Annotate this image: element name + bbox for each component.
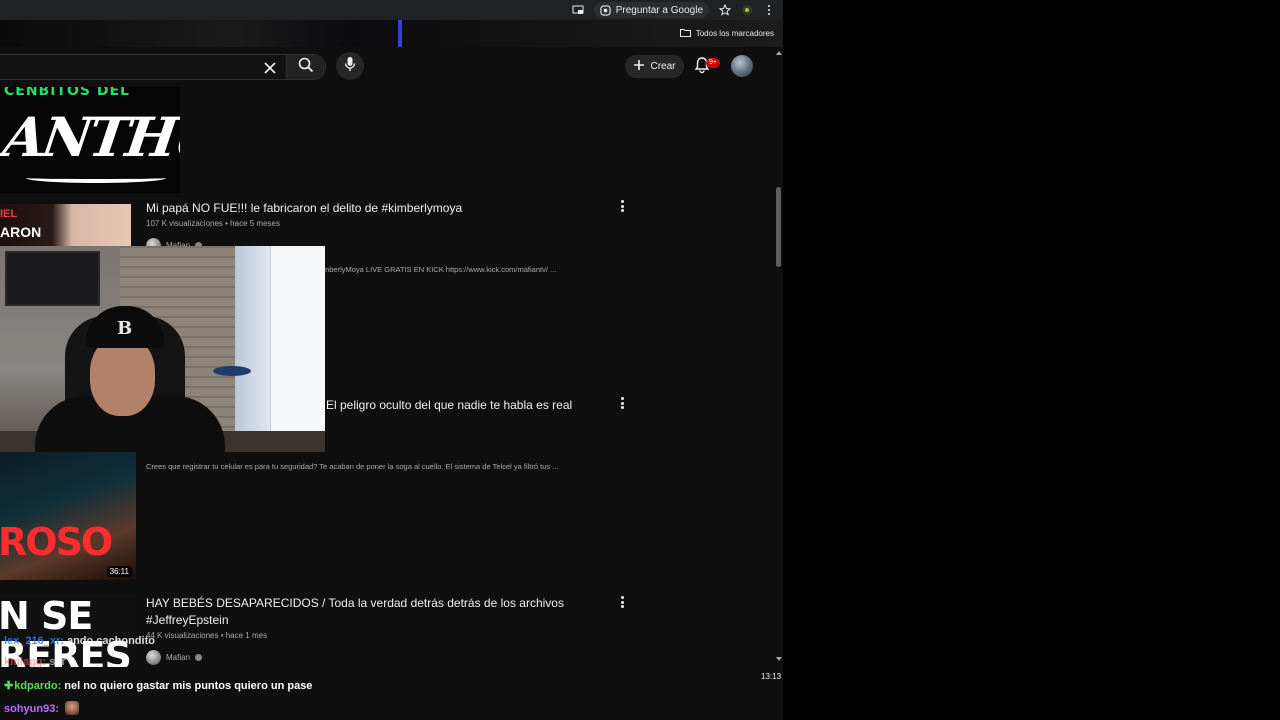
video-thumbnail[interactable]: CENBITOS DEL ANTHUÁ xyxy=(0,87,180,193)
channel-name[interactable]: Mafian xyxy=(166,653,190,662)
clear-search-icon[interactable] xyxy=(263,61,281,75)
search-button[interactable] xyxy=(286,55,325,79)
browser-toolbar: Preguntar a Google xyxy=(0,0,783,20)
chat-text: ando cachondito xyxy=(66,635,155,647)
screen: Preguntar a Google Todos los marcadores xyxy=(0,0,1280,720)
webcam-door xyxy=(270,246,325,436)
ask-google-button[interactable]: Preguntar a Google xyxy=(593,2,709,18)
notification-count-badge: 9+ xyxy=(706,58,720,68)
bookmarks-bar: Todos los marcadores xyxy=(0,20,783,47)
chat-username: lex_216_xr: xyxy=(4,635,64,647)
folder-icon xyxy=(679,28,691,39)
cast-icon[interactable] xyxy=(572,4,584,16)
webcam-person-face xyxy=(90,336,155,416)
lens-icon xyxy=(600,4,612,16)
chat-text: ssr xyxy=(49,656,66,668)
thumbnail-text: ROSO xyxy=(0,520,113,564)
chat-text: nel no quiero gastar mis puntos quiero u… xyxy=(64,680,313,692)
bookmark-star-icon[interactable] xyxy=(719,4,731,16)
thumbnail-logo-text: ANTHUÁ xyxy=(0,105,180,169)
video-more-options-button[interactable] xyxy=(618,595,626,609)
chat-username: kmlagg: xyxy=(4,656,47,668)
subscriber-badge-icon: ✚ xyxy=(4,680,14,692)
video-title-link[interactable]: HAY BEBÉS DESAPARECIDOS / Toda la verdad… xyxy=(146,595,586,629)
plus-icon xyxy=(633,59,645,74)
chat-username: sohyun93: xyxy=(4,703,60,715)
all-bookmarks-folder[interactable]: Todos los marcadores xyxy=(679,28,774,39)
all-bookmarks-label: Todos los marcadores xyxy=(695,29,774,38)
chat-emote-icon xyxy=(65,701,80,715)
channel-avatar[interactable] xyxy=(146,650,161,665)
video-metadata: 44 K visualizaciones • hace 1 mes xyxy=(146,631,268,640)
video-more-options-button[interactable] xyxy=(618,396,626,410)
ask-google-label: Preguntar a Google xyxy=(615,4,703,16)
webcam-tv xyxy=(5,251,100,306)
video-title-link[interactable]: Mi papá NO FUE!!! le fabricaron el delit… xyxy=(146,200,462,217)
microphone-icon xyxy=(344,56,356,77)
thumbnail-text-line: N SE xyxy=(0,594,93,638)
chat-message: ✚kdpardo: nel no quiero gastar mis puntos… xyxy=(4,679,312,692)
chat-username: kdpardo: xyxy=(14,680,62,692)
channel-link[interactable]: Mafian xyxy=(146,650,203,665)
video-duration: 36:11 xyxy=(106,566,132,577)
search-input[interactable] xyxy=(0,54,326,80)
chat-message: lex_216_xr: ando cachondito xyxy=(4,635,155,647)
scroll-down-arrow-icon[interactable] xyxy=(776,657,782,661)
create-button[interactable]: Crear xyxy=(625,55,684,78)
browser-menu-icon[interactable] xyxy=(763,4,775,16)
page-scrollbar[interactable] xyxy=(775,47,783,667)
video-description: mberlyMoya LIVE GRATIS EN KICK https://w… xyxy=(323,265,557,274)
video-more-options-button[interactable] xyxy=(618,199,626,213)
youtube-header: Crear 9+ xyxy=(0,47,775,87)
voice-search-button[interactable] xyxy=(336,52,364,80)
search-icon xyxy=(298,57,314,78)
thumbnail-text: IEL xyxy=(0,208,18,220)
streamer-webcam: B xyxy=(0,246,325,452)
chat-message: sohyun93: xyxy=(4,701,80,715)
tab-accent-stripe xyxy=(398,20,402,47)
thumbnail-swoosh xyxy=(26,173,166,183)
extension-icon[interactable] xyxy=(741,4,753,16)
video-title-link[interactable]: El peligro oculto del que nadie te habla… xyxy=(326,397,572,414)
verified-badge-icon xyxy=(195,654,203,661)
webcam-stool xyxy=(213,366,251,376)
chat-message: kmlagg: ssr xyxy=(4,656,66,668)
video-metadata: 107 K visualizaciones • hace 5 meses xyxy=(146,219,280,228)
cap-logo: B xyxy=(117,318,133,339)
thumbnail-text: ARON xyxy=(0,224,42,240)
account-avatar[interactable] xyxy=(731,55,753,77)
thumbnail-top-text: CENBITOS DEL xyxy=(4,87,130,99)
create-label: Crear xyxy=(650,61,676,72)
video-thumbnail[interactable]: IEL ARON xyxy=(0,204,131,249)
video-thumbnail[interactable]: ROSO 36:11 xyxy=(0,452,136,580)
scroll-up-arrow-icon[interactable] xyxy=(776,51,782,55)
video-description: Crees que registrar tu celular es para t… xyxy=(146,462,559,471)
browser-window: Preguntar a Google Todos los marcadores xyxy=(0,0,783,720)
stream-timestamp: 13:13 xyxy=(761,672,782,681)
scrollbar-thumb[interactable] xyxy=(776,187,781,267)
